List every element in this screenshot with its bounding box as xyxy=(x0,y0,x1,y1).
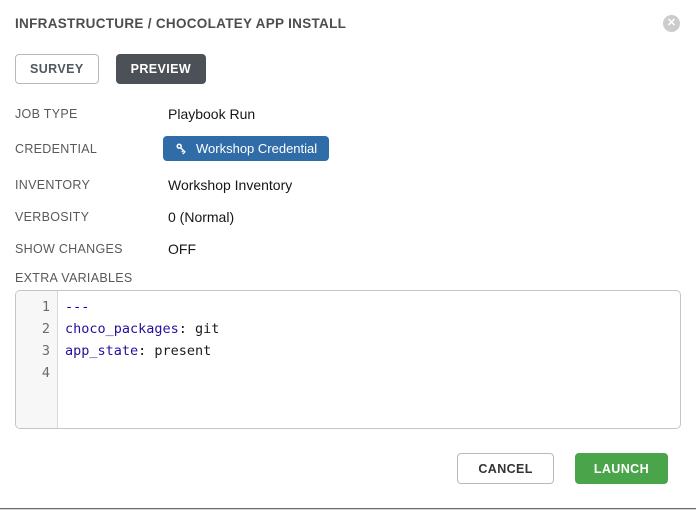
line-number: 3 xyxy=(16,340,50,362)
line-number: 4 xyxy=(16,362,50,384)
code-line: app_state: present xyxy=(65,340,680,362)
field-value: Playbook Run xyxy=(168,106,255,122)
field-value: 0 (Normal) xyxy=(168,209,234,225)
field-label: JOB TYPE xyxy=(15,107,168,121)
code-line xyxy=(65,362,680,384)
field-label: CREDENTIAL xyxy=(15,142,168,156)
launch-button[interactable]: LAUNCH xyxy=(575,453,668,484)
job-launch-preview-modal: INFRASTRUCTURE / CHOCOLATEY APP INSTALL … xyxy=(0,0,696,515)
editor-code-area[interactable]: --- choco_packages: git app_state: prese… xyxy=(58,291,680,428)
code-line: --- xyxy=(65,296,680,318)
yaml-doc-start: --- xyxy=(65,299,89,315)
field-value: OFF xyxy=(168,241,196,257)
field-label: VERBOSITY xyxy=(15,210,168,224)
credential-badge[interactable]: Workshop Credential xyxy=(163,136,329,161)
extra-variables-editor[interactable]: 1 2 3 4 --- choco_packages: git app_stat… xyxy=(15,290,681,429)
modal-title: INFRASTRUCTURE / CHOCOLATEY APP INSTALL xyxy=(15,14,346,31)
job-detail-fields: JOB TYPE Playbook Run CREDENTIAL xyxy=(15,104,681,259)
code-line: choco_packages: git xyxy=(65,318,680,340)
field-row-job-type: JOB TYPE Playbook Run xyxy=(15,104,681,124)
yaml-key: choco_packages xyxy=(65,321,179,337)
modal-header: INFRASTRUCTURE / CHOCOLATEY APP INSTALL … xyxy=(15,14,681,32)
key-icon xyxy=(175,142,188,155)
bottom-divider xyxy=(0,508,696,510)
yaml-value: : present xyxy=(138,343,211,359)
field-value: Workshop Inventory xyxy=(168,177,292,193)
line-number: 2 xyxy=(16,318,50,340)
field-row-credential: CREDENTIAL Workshop Credential xyxy=(15,136,681,161)
field-label: SHOW CHANGES xyxy=(15,242,168,256)
close-icon[interactable]: ✕ xyxy=(663,15,680,32)
tab-bar: SURVEY PREVIEW xyxy=(15,54,681,84)
credential-badge-label: Workshop Credential xyxy=(196,141,317,156)
field-row-show-changes: SHOW CHANGES OFF xyxy=(15,239,681,259)
tab-survey[interactable]: SURVEY xyxy=(15,54,99,84)
field-row-inventory: INVENTORY Workshop Inventory xyxy=(15,175,681,195)
line-number: 1 xyxy=(16,296,50,318)
yaml-value: : git xyxy=(179,321,220,337)
cancel-button[interactable]: CANCEL xyxy=(457,453,553,484)
field-row-verbosity: VERBOSITY 0 (Normal) xyxy=(15,207,681,227)
tab-preview[interactable]: PREVIEW xyxy=(116,54,206,84)
yaml-key: app_state xyxy=(65,343,138,359)
field-label: INVENTORY xyxy=(15,178,168,192)
extra-variables-label: EXTRA VARIABLES xyxy=(15,271,681,285)
modal-footer: CANCEL LAUNCH xyxy=(15,453,681,484)
editor-line-number-gutter: 1 2 3 4 xyxy=(16,291,58,428)
